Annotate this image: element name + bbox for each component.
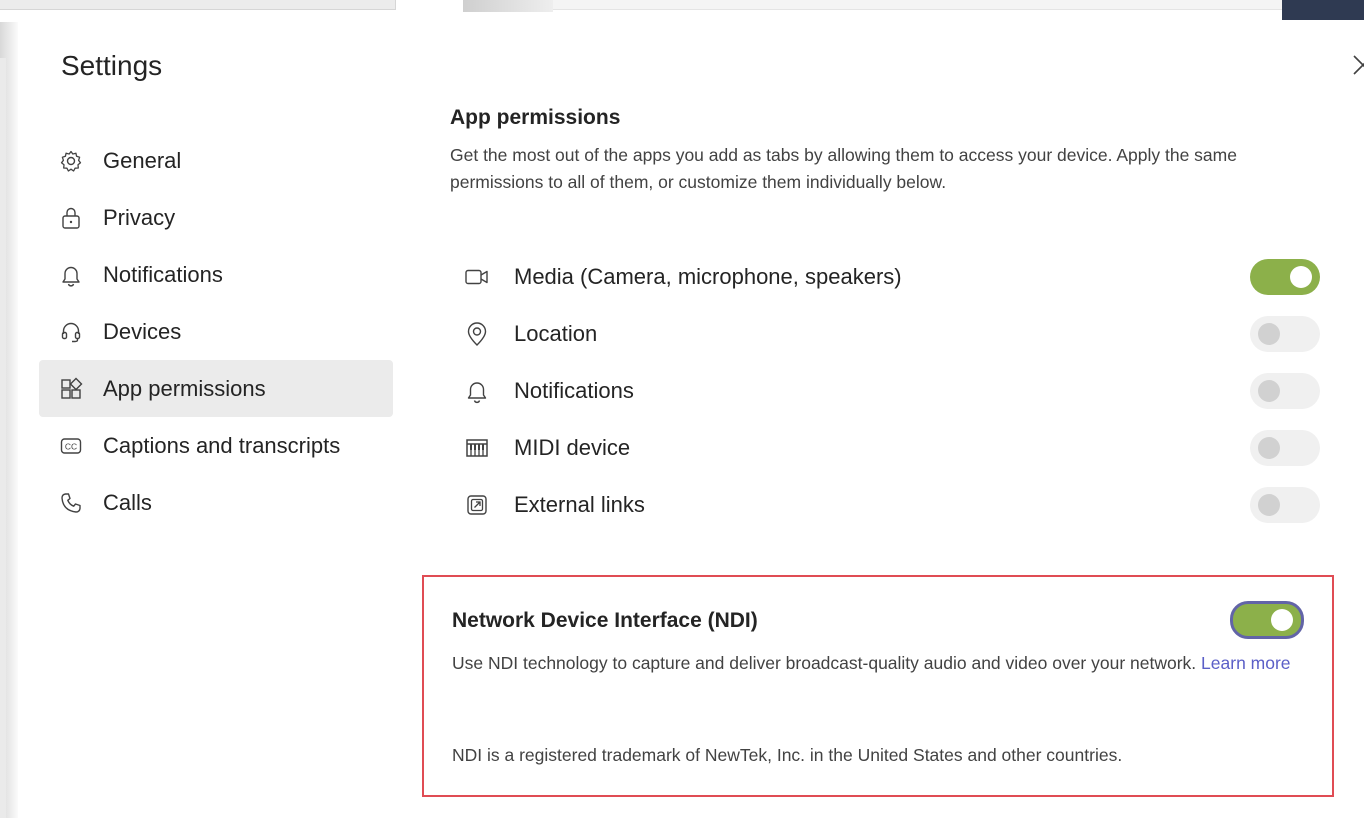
background-window-edge [1282, 0, 1364, 20]
bell-icon [59, 263, 83, 287]
nav-item-label: Privacy [103, 204, 176, 230]
bell-icon [464, 378, 490, 404]
camera-icon [464, 264, 490, 290]
app-permissions-icon [59, 377, 83, 401]
ndi-toggle[interactable] [1230, 601, 1304, 639]
external-link-icon [464, 492, 490, 518]
location-pin-icon [464, 321, 490, 347]
dialog-title: Settings [61, 50, 163, 81]
toggle-knob [1258, 493, 1280, 516]
nav-item-notifications[interactable]: Notifications [39, 246, 393, 303]
section-title: App permissions [450, 106, 621, 129]
toggle-knob [1290, 265, 1312, 288]
external-links-permission-toggle[interactable] [1250, 486, 1320, 523]
permission-label: MIDI device [514, 434, 631, 460]
close-icon[interactable] [1348, 50, 1364, 80]
toggle-knob [1258, 379, 1280, 402]
midi-keyboard-icon [464, 435, 490, 461]
media-permission-toggle[interactable] [1250, 258, 1320, 295]
ndi-description: Use NDI technology to capture and delive… [452, 649, 1302, 677]
nav-item-label: Captions and transcripts [103, 432, 341, 458]
location-permission-toggle[interactable] [1250, 315, 1320, 352]
close-button[interactable] [1348, 50, 1364, 80]
background-window-edge [463, 0, 553, 12]
permission-label: Notifications [514, 377, 634, 403]
section-description: Get the most out of the apps you add as … [450, 145, 1237, 192]
permission-row-midi: MIDI device [450, 419, 1320, 476]
nav-item-devices[interactable]: Devices [39, 303, 393, 360]
permission-label: External links [514, 491, 645, 517]
nav-item-captions[interactable]: CC Captions and transcripts [39, 417, 393, 474]
nav-item-calls[interactable]: Calls [39, 474, 393, 531]
toggle-knob [1258, 322, 1280, 345]
midi-permission-toggle[interactable] [1250, 429, 1320, 466]
nav-item-privacy[interactable]: Privacy [39, 189, 393, 246]
ndi-trademark-note: NDI is a registered trademark of NewTek,… [452, 745, 1123, 765]
ndi-section: Network Device Interface (NDI) Use NDI t… [422, 575, 1334, 797]
toggle-knob [1271, 609, 1293, 631]
permission-row-location: Location [450, 305, 1320, 362]
toggle-knob [1258, 436, 1280, 459]
svg-text:CC: CC [65, 441, 77, 451]
ndi-title: Network Device Interface (NDI) [452, 609, 758, 632]
app-permissions-panel: App permissions Get the most out of the … [450, 106, 1320, 523]
cc-icon: CC [59, 434, 83, 458]
ndi-description-text: Use NDI technology to capture and delive… [452, 653, 1197, 673]
headset-icon [59, 320, 83, 344]
background-window-edge [0, 58, 6, 818]
learn-more-link[interactable]: Learn more [1201, 653, 1291, 673]
nav-item-app-permissions[interactable]: App permissions [39, 360, 393, 417]
phone-icon [59, 491, 83, 515]
permission-label: Media (Camera, microphone, speakers) [514, 263, 902, 289]
permission-row-media: Media (Camera, microphone, speakers) [450, 248, 1320, 305]
nav-item-label: General [103, 147, 182, 173]
notifications-permission-toggle[interactable] [1250, 372, 1320, 409]
nav-item-general[interactable]: General [39, 132, 393, 189]
nav-item-label: Notifications [103, 261, 223, 287]
permission-list: Media (Camera, microphone, speakers) Loc… [450, 248, 1320, 533]
nav-item-label: Devices [103, 318, 182, 344]
permission-label: Location [514, 320, 598, 346]
settings-nav: General Privacy Notifications Devices Ap… [39, 132, 393, 531]
background-window-edge [0, 0, 396, 10]
background-window-edge [553, 0, 1288, 10]
nav-item-label: App permissions [103, 375, 266, 401]
nav-item-label: Calls [103, 489, 152, 515]
lock-icon [59, 206, 83, 230]
gear-icon [59, 149, 83, 173]
permission-row-notifications: Notifications [450, 362, 1320, 419]
permission-row-external-links: External links [450, 476, 1320, 533]
